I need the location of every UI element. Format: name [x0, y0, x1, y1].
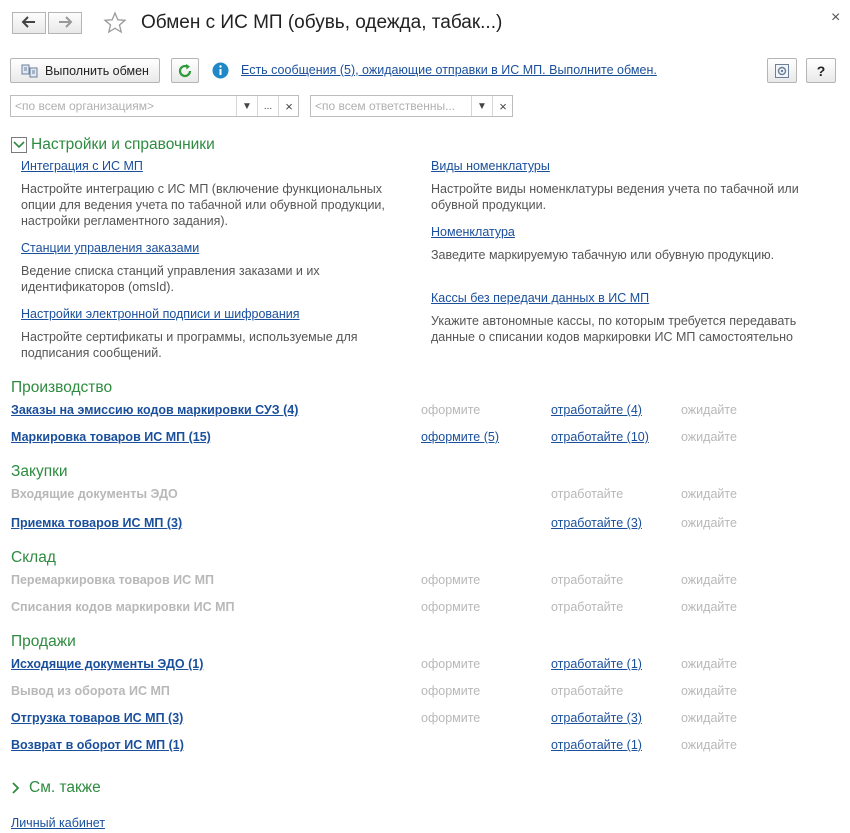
production-row-wait: ожидайте — [681, 430, 737, 444]
production-row-draft[interactable]: оформите (5) — [421, 430, 499, 444]
chevron-down-icon: ▼ — [477, 100, 487, 112]
production-row-draft: оформите — [421, 403, 481, 417]
nomenclature-desc: Заведите маркируемую табачную или обувну… — [431, 248, 775, 262]
warehouse-row-name: Перемаркировка товаров ИС МП — [11, 573, 214, 587]
pending-messages-link[interactable]: Есть сообщения (5), ожидающие отправки в… — [241, 63, 657, 77]
sales-row-process: отработайте — [551, 684, 624, 698]
sales-section-title: Продажи — [11, 633, 76, 650]
order-stations-desc: Ведение списка станций управления заказа… — [21, 264, 320, 294]
warehouse-row-draft: оформите — [421, 600, 481, 614]
help-button[interactable]: ? — [806, 58, 836, 83]
purchases-row-wait: ожидайте — [681, 487, 737, 501]
sales-row-draft: оформите — [421, 657, 481, 671]
refresh-button[interactable] — [171, 58, 199, 83]
organization-filter-placeholder: <по всем организациям> — [15, 99, 154, 113]
organization-select-button[interactable]: ... — [257, 96, 278, 116]
e-signature-settings-desc: Настройте сертификаты и программы, испол… — [21, 330, 358, 360]
warehouse-row-wait: ожидайте — [681, 600, 737, 614]
see-also-toggle[interactable]: См. также — [11, 779, 101, 797]
page-title: Обмен с ИС МП (обувь, одежда, табак...) — [141, 12, 503, 33]
see-also-title: См. также — [29, 779, 101, 796]
warehouse-row-name: Списания кодов маркировки ИС МП — [11, 600, 235, 614]
warehouse-row-process: отработайте — [551, 600, 624, 614]
sales-row-wait: ожидайте — [681, 738, 737, 752]
sales-row-name[interactable]: Возврат в оборот ИС МП (1) — [11, 738, 184, 752]
collapse-checkbox-icon — [11, 137, 27, 156]
warehouse-row-process: отработайте — [551, 573, 624, 587]
responsible-filter-placeholder: <по всем ответственны... — [315, 99, 456, 113]
purchases-row-process: отработайте — [551, 487, 624, 501]
forward-button[interactable] — [48, 12, 82, 34]
production-row-name[interactable]: Маркировка товаров ИС МП (15) — [11, 430, 211, 444]
organization-dropdown-button[interactable]: ▼ — [236, 96, 257, 116]
arrow-left-icon — [21, 15, 37, 32]
production-section-title: Производство — [11, 379, 113, 396]
form-settings-icon — [774, 63, 790, 79]
purchases-row-name[interactable]: Приемка товаров ИС МП (3) — [11, 516, 182, 530]
order-stations-link[interactable]: Станции управления заказами — [21, 241, 199, 255]
responsible-filter[interactable]: <по всем ответственны... ▼ × — [310, 95, 513, 117]
help-label: ? — [816, 62, 826, 79]
production-row-process[interactable]: отработайте (10) — [551, 430, 649, 444]
execute-exchange-label: Выполнить обмен — [45, 63, 149, 78]
warehouse-section-title: Склад — [11, 549, 56, 566]
production-row-process[interactable]: отработайте (4) — [551, 403, 642, 417]
sales-row-wait: ожидайте — [681, 684, 737, 698]
organization-clear-button[interactable]: × — [278, 96, 299, 116]
exchange-icon — [21, 63, 39, 79]
sales-row-process[interactable]: отработайте (1) — [551, 657, 642, 671]
chevron-right-icon — [11, 782, 21, 794]
execute-exchange-button[interactable]: Выполнить обмен — [10, 58, 160, 83]
settings-form-button[interactable] — [767, 58, 797, 83]
nomenclature-types-desc: Настройте виды номенклатуры ведения учет… — [431, 182, 799, 212]
integration-link[interactable]: Интеграция с ИС МП — [21, 159, 143, 173]
purchases-row-process[interactable]: отработайте (3) — [551, 516, 642, 530]
sales-row-draft: оформите — [421, 711, 481, 725]
sales-row-name[interactable]: Отгрузка товаров ИС МП (3) — [11, 711, 183, 725]
organization-filter[interactable]: <по всем организациям> ▼ ... × — [10, 95, 299, 117]
sales-row-wait: ожидайте — [681, 657, 737, 671]
settings-collapse-toggle[interactable] — [11, 137, 27, 156]
settings-section-title[interactable]: Настройки и справочники — [31, 136, 215, 154]
purchases-row-wait: ожидайте — [681, 516, 737, 530]
production-row-name[interactable]: Заказы на эмиссию кодов маркировки СУЗ (… — [11, 403, 298, 417]
offline-cash-registers-desc: Укажите автономные кассы, по которым тре… — [431, 314, 797, 344]
offline-cash-registers-link[interactable]: Кассы без передачи данных в ИС МП — [431, 291, 649, 305]
nomenclature-link[interactable]: Номенклатура — [431, 225, 515, 239]
sales-row-draft: оформите — [421, 684, 481, 698]
e-signature-settings-link[interactable]: Настройки электронной подписи и шифрован… — [21, 307, 300, 321]
production-row-wait: ожидайте — [681, 403, 737, 417]
info-icon — [212, 62, 229, 82]
sales-row-wait: ожидайте — [681, 711, 737, 725]
personal-cabinet-link[interactable]: Личный кабинет — [11, 816, 105, 830]
close-icon[interactable]: × — [831, 9, 840, 27]
sales-row-name[interactable]: Исходящие документы ЭДО (1) — [11, 657, 203, 671]
purchases-row-name: Входящие документы ЭДО — [11, 487, 178, 501]
responsible-dropdown-button[interactable]: ▼ — [471, 96, 492, 116]
chevron-down-icon: ▼ — [242, 100, 252, 112]
refresh-icon — [177, 63, 193, 79]
purchases-section-title: Закупки — [11, 463, 68, 480]
arrow-right-icon — [57, 15, 73, 32]
nomenclature-types-link[interactable]: Виды номенклатуры — [431, 159, 550, 173]
back-button[interactable] — [12, 12, 46, 34]
warehouse-row-draft: оформите — [421, 573, 481, 587]
warehouse-row-wait: ожидайте — [681, 573, 737, 587]
sales-row-process[interactable]: отработайте (1) — [551, 738, 642, 752]
integration-desc: Настройте интеграцию с ИС МП (включение … — [21, 182, 385, 228]
sales-row-name: Вывод из оборота ИС МП — [11, 684, 170, 698]
favorite-star-icon[interactable] — [103, 11, 127, 38]
responsible-clear-button[interactable]: × — [492, 96, 513, 116]
sales-row-process[interactable]: отработайте (3) — [551, 711, 642, 725]
